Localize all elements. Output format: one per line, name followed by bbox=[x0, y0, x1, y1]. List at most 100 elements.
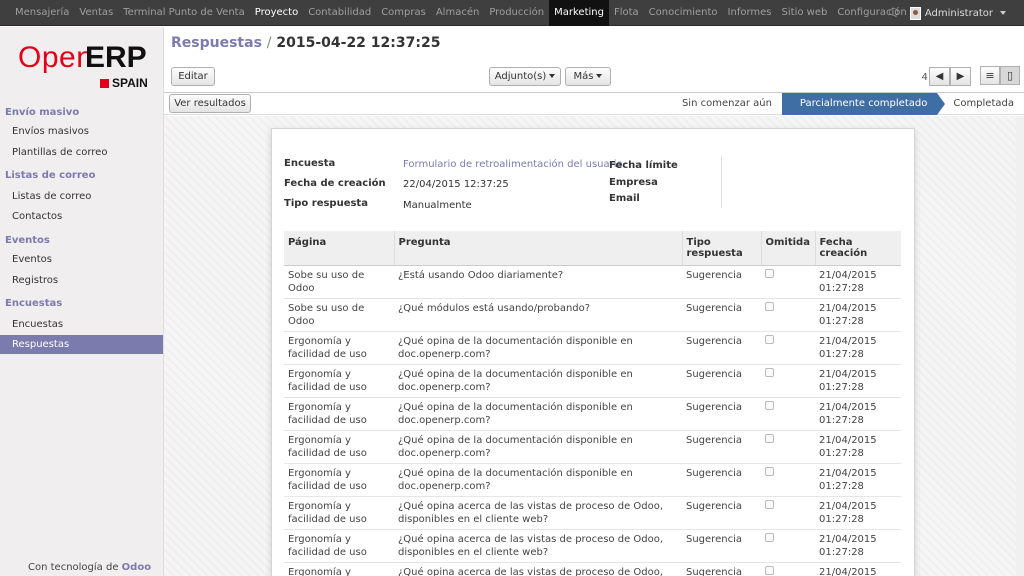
next-record-button[interactable]: ▶ bbox=[950, 67, 971, 86]
logo-text-erp: ERP bbox=[85, 41, 147, 74]
sidebar-item-envios-masivos[interactable]: Envíos masivos bbox=[0, 122, 163, 141]
top-menu-item[interactable]: Sitio web bbox=[777, 0, 833, 26]
cell-answer-type: Sugerencia bbox=[682, 331, 761, 365]
column-header-page[interactable]: Página bbox=[284, 231, 394, 266]
arrow-right-icon: ▶ bbox=[956, 71, 965, 82]
cell-question: ¿Está usando Odoo diariamente? bbox=[394, 265, 682, 299]
table-row[interactable]: Ergonomía y facilidad de uso¿Qué opina a… bbox=[284, 529, 901, 563]
table-row[interactable]: Ergonomía y facilidad de uso¿Qué opina a… bbox=[284, 496, 901, 530]
cell-question: ¿Qué módulos está usando/probando? bbox=[394, 298, 682, 332]
cell-date: 21/04/2015 01:27:28 bbox=[815, 496, 901, 530]
sidebar-item-listas-de-correo[interactable]: Listas de correo bbox=[0, 187, 163, 206]
column-header-skipped[interactable]: Omitida bbox=[760, 231, 815, 266]
survey-label: Encuesta bbox=[284, 158, 336, 169]
table-row[interactable]: Ergonomía y facilidad de uso ¿Qué opina d… bbox=[284, 430, 901, 464]
topbar-right: 🗨︎ Administrator bbox=[887, 0, 1006, 26]
field-divider bbox=[721, 156, 722, 208]
state-selector: Sin comenzar aún Parcialmente completado… bbox=[668, 93, 1024, 115]
user-name: Administrator bbox=[924, 7, 993, 19]
cell-answer-type: Sugerencia bbox=[682, 496, 761, 530]
top-menu-item[interactable]: Informes bbox=[723, 0, 777, 26]
cell-date: 21/04/2015 01:27:28 bbox=[815, 265, 901, 299]
sidebar-section-listas-de-correo: Listas de correo bbox=[5, 170, 96, 181]
column-header-date[interactable]: Fecha creación bbox=[814, 231, 901, 266]
top-menu-item[interactable]: Contabilidad bbox=[303, 0, 376, 26]
created-value: 22/04/2015 12:37:25 bbox=[403, 179, 509, 190]
sidebar-item-contactos[interactable]: Contactos bbox=[0, 207, 163, 226]
cell-date: 21/04/2015 01:27:28 bbox=[815, 562, 901, 576]
top-menu-item[interactable]: Compras bbox=[376, 0, 431, 26]
answer-lines-table: Página Pregunta Tipo respuesta Omitida F… bbox=[284, 231, 901, 576]
cell-skipped bbox=[761, 397, 815, 431]
sidebar-item-respuestas[interactable]: Respuestas bbox=[0, 335, 163, 354]
cell-page: Ergonomía y facilidad de uso bbox=[284, 463, 394, 497]
top-menu-item[interactable]: Ventas bbox=[74, 0, 118, 26]
top-menu-item[interactable]: Producción bbox=[484, 0, 549, 26]
chat-icon[interactable]: 🗨︎ bbox=[887, 8, 900, 19]
survey-link[interactable]: Formulario de retroalimentación del usua… bbox=[403, 159, 623, 170]
table-row[interactable]: Ergonomía y facilidad de uso ¿Qué opina d… bbox=[284, 463, 901, 497]
list-view-button[interactable]: ≡ bbox=[980, 66, 1000, 85]
company-label: Empresa bbox=[609, 177, 658, 188]
top-menu-item[interactable]: Marketing bbox=[549, 0, 609, 26]
cell-page: Ergonomía y facilidad de uso bbox=[284, 331, 394, 365]
table-row[interactable]: Ergonomía y facilidad de uso ¿Qué opina d… bbox=[284, 331, 901, 365]
view-results-button[interactable]: Ver resultados bbox=[169, 94, 251, 113]
top-menu-item[interactable]: Flota bbox=[609, 0, 644, 26]
sidebar-section-envio-masivo: Envío masivo bbox=[5, 107, 80, 118]
sidebar-item-encuestas[interactable]: Encuestas bbox=[0, 315, 163, 334]
top-menu-item[interactable]: Proyecto bbox=[250, 0, 303, 26]
column-header-answer-type[interactable]: Tipo respuesta bbox=[681, 231, 761, 266]
table-header-row: Página Pregunta Tipo respuesta Omitida F… bbox=[284, 231, 901, 266]
breadcrumb: Respuestas / 2015-04-22 12:37:25 bbox=[171, 35, 440, 51]
more-label: Más bbox=[573, 71, 594, 82]
chevron-down-icon bbox=[596, 74, 603, 78]
sidebar-item-registros[interactable]: Registros bbox=[0, 271, 163, 290]
cell-date: 21/04/2015 01:27:28 bbox=[815, 529, 901, 563]
list-view-icon: ≡ bbox=[985, 69, 995, 82]
cell-skipped bbox=[761, 364, 815, 398]
cell-page: Sobe su uso de Odoo bbox=[284, 298, 394, 332]
attachments-button[interactable]: Adjunto(s) bbox=[489, 67, 561, 86]
top-menu-item[interactable]: Terminal Punto de Venta bbox=[118, 0, 249, 26]
breadcrumb-current: 2015-04-22 12:37:25 bbox=[276, 35, 441, 51]
breadcrumb-respuestas[interactable]: Respuestas bbox=[171, 35, 262, 51]
form-view-button[interactable]: ▯ bbox=[1000, 66, 1020, 85]
state-completed[interactable]: Completada bbox=[937, 93, 1024, 115]
skipped-checkbox bbox=[765, 500, 774, 509]
skipped-checkbox bbox=[765, 269, 774, 278]
state-partially-completed[interactable]: Parcialmente completado bbox=[781, 93, 946, 115]
openerp-logo[interactable]: Open ERP SPAIN bbox=[18, 41, 158, 101]
sidebar-item-eventos[interactable]: Eventos bbox=[0, 250, 163, 269]
cell-page: Ergonomía y facilidad de uso bbox=[284, 496, 394, 530]
sidebar-item-plantillas-de-correo[interactable]: Plantillas de correo bbox=[0, 143, 163, 162]
cell-date: 21/04/2015 01:27:28 bbox=[815, 298, 901, 332]
type-label: Tipo respuesta bbox=[284, 198, 368, 209]
chevron-down-icon bbox=[549, 74, 556, 78]
cell-answer-type: Sugerencia bbox=[682, 529, 761, 563]
email-label: Email bbox=[609, 193, 640, 204]
user-menu[interactable]: Administrator bbox=[909, 6, 1006, 20]
cell-question: ¿Qué opina de la documentación disponibl… bbox=[394, 397, 682, 431]
top-menu-item[interactable]: Almacén bbox=[431, 0, 484, 26]
attachments-label: Adjunto(s) bbox=[494, 71, 547, 82]
odoo-link[interactable]: Odoo bbox=[122, 562, 151, 573]
cell-question: ¿Qué opina acerca de las vistas de proce… bbox=[394, 496, 682, 530]
table-row[interactable]: Ergonomía y facilidad de uso ¿Qué opina d… bbox=[284, 397, 901, 431]
cell-skipped bbox=[761, 496, 815, 530]
view-header: Respuestas / 2015-04-22 12:37:25 Editar … bbox=[164, 27, 1024, 93]
more-button[interactable]: Más bbox=[565, 67, 611, 86]
table-row[interactable]: Sobe su uso de Odoo ¿Qué módulos está usa… bbox=[284, 298, 901, 332]
cell-page: Sobe su uso de Odoo bbox=[284, 265, 394, 299]
previous-record-button[interactable]: ◀ bbox=[929, 67, 950, 86]
table-row[interactable]: Sobe su uso de Odoo ¿Está usando Odoo dia… bbox=[284, 265, 901, 299]
cell-question: ¿Qué opina acerca de las vistas de proce… bbox=[394, 529, 682, 563]
column-header-question[interactable]: Pregunta bbox=[393, 231, 682, 266]
table-row[interactable]: Ergonomía y facilidad de uso¿Qué opina a… bbox=[284, 562, 901, 576]
top-menu-item[interactable]: Conocimiento bbox=[644, 0, 723, 26]
edit-button[interactable]: Editar bbox=[171, 67, 215, 86]
state-not-started[interactable]: Sin comenzar aún bbox=[668, 93, 782, 115]
top-menu-item[interactable]: Mensajería bbox=[10, 0, 74, 26]
table-row[interactable]: Ergonomía y facilidad de uso ¿Qué opina d… bbox=[284, 364, 901, 398]
scrollbar[interactable] bbox=[1016, 116, 1024, 576]
